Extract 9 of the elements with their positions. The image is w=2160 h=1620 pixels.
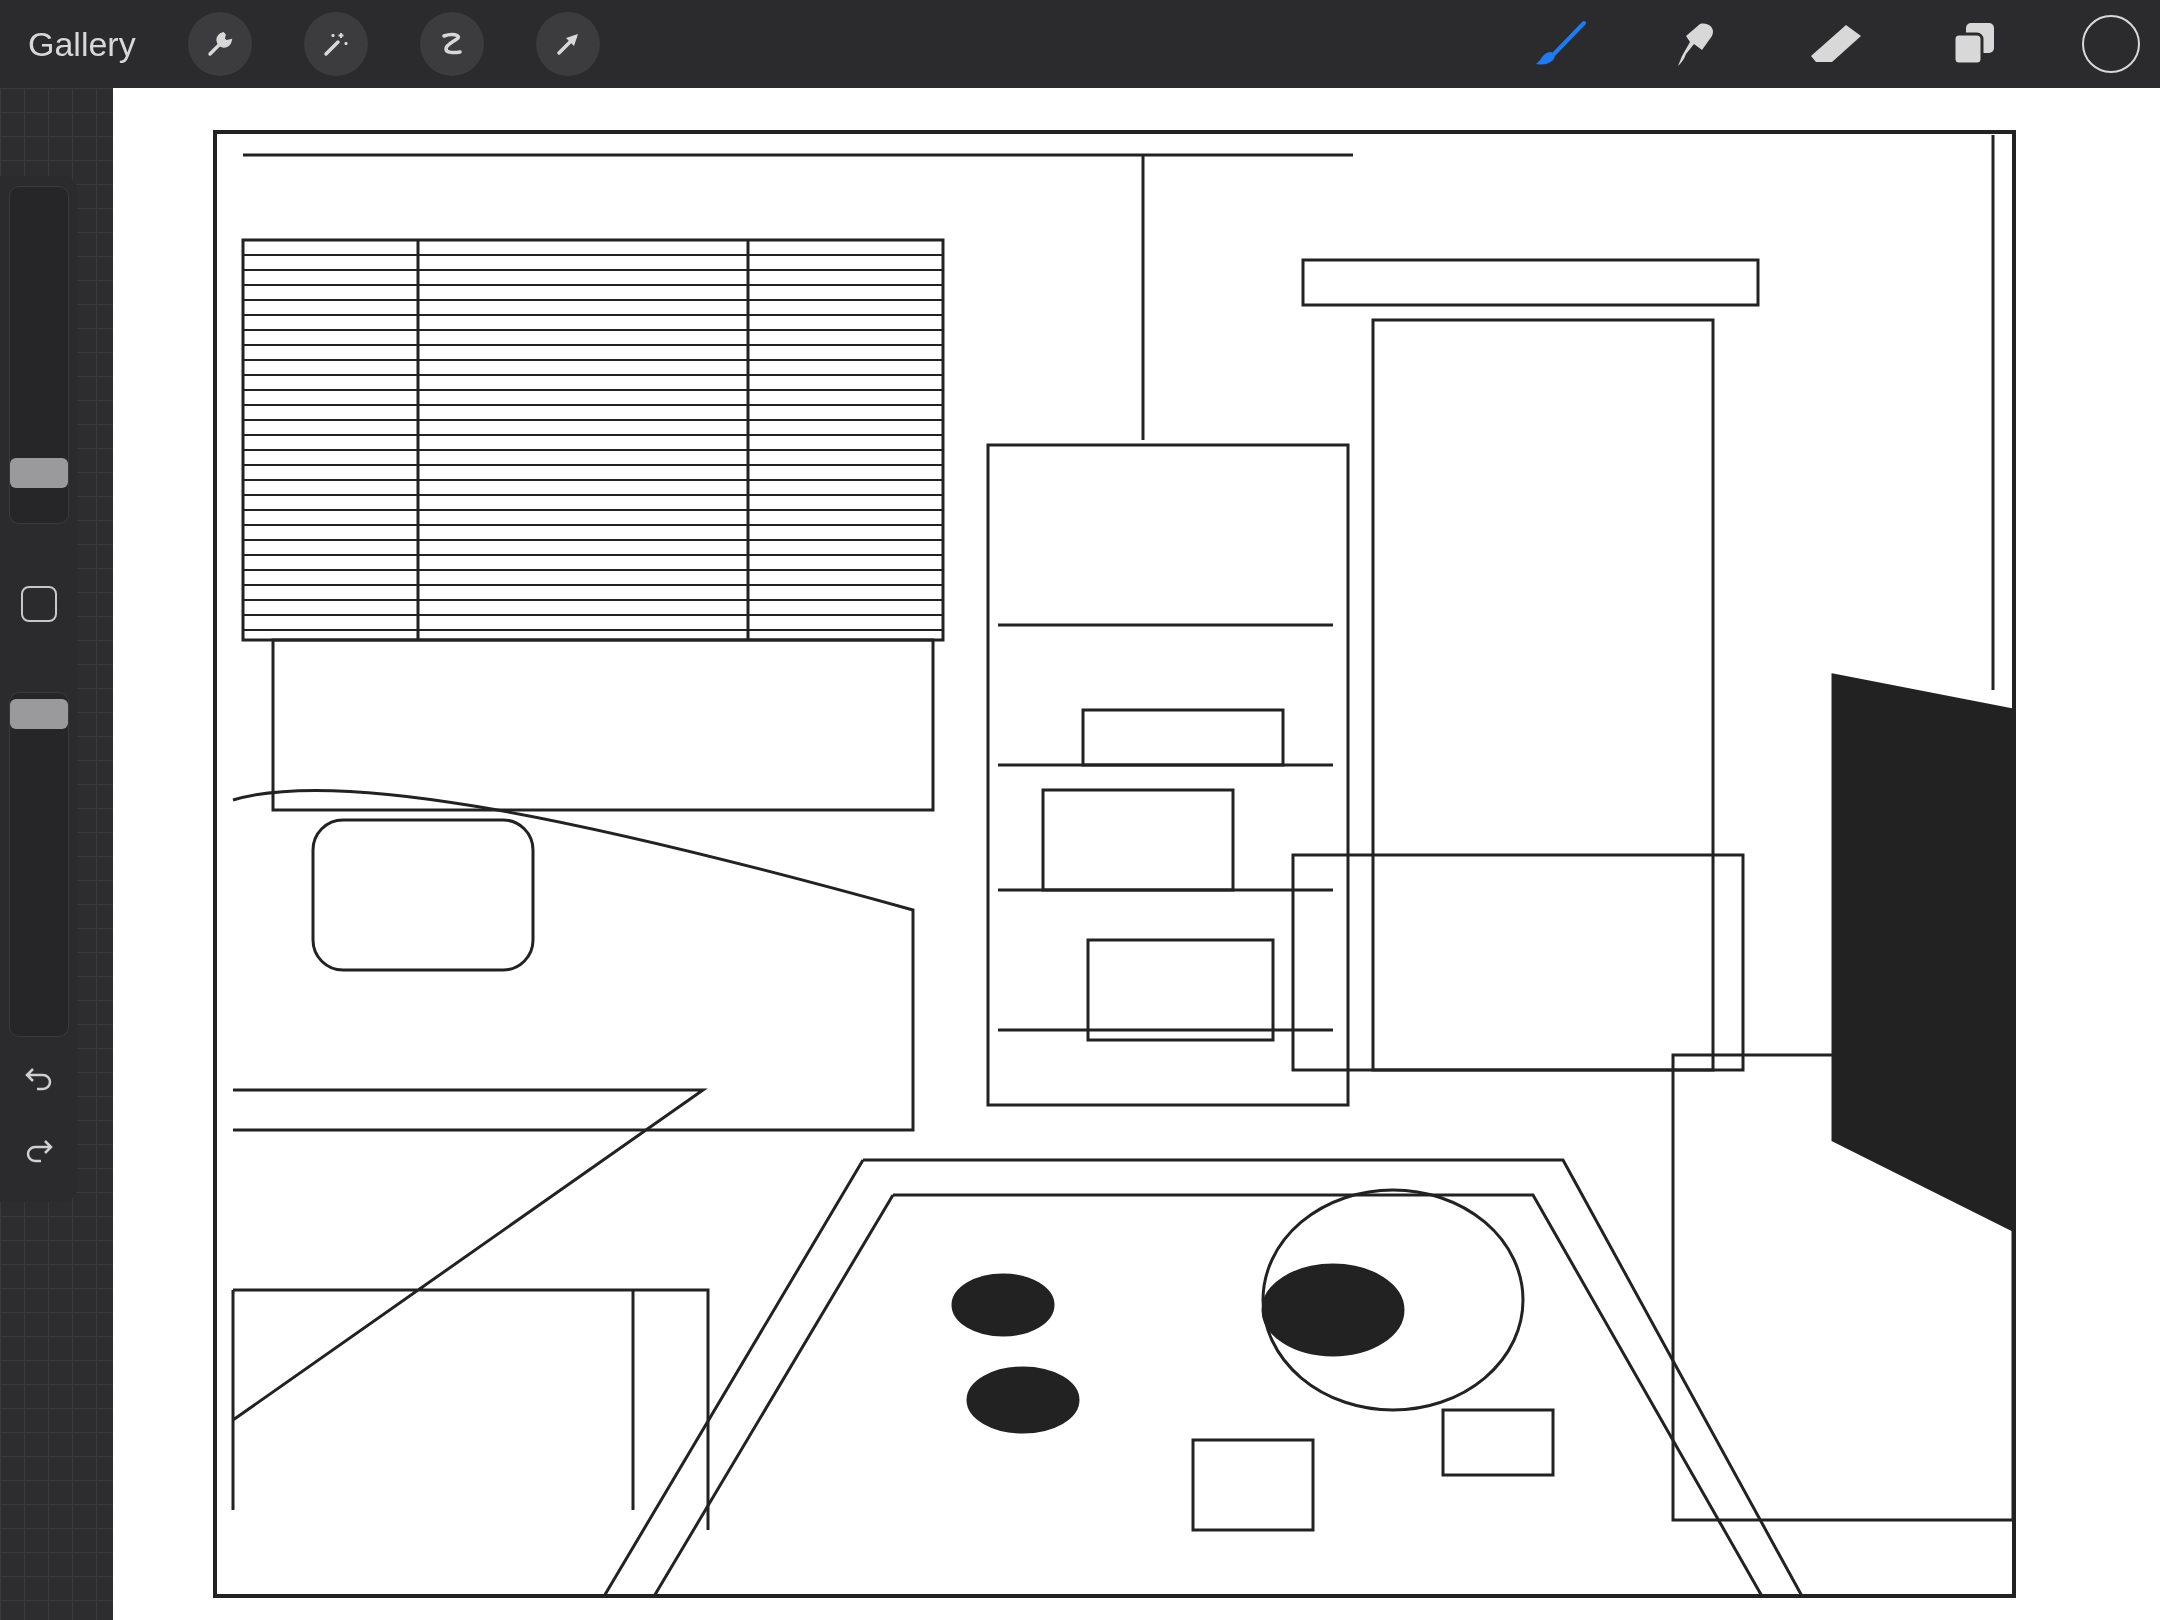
slider-thumb[interactable]: [9, 698, 68, 729]
wrench-icon: [205, 30, 234, 58]
brush-size-slider[interactable]: [8, 186, 69, 524]
color-swatch[interactable]: [2082, 15, 2140, 73]
modify-button[interactable]: [20, 586, 57, 622]
gallery-button[interactable]: Gallery: [28, 24, 136, 64]
opacity-slider[interactable]: [8, 692, 69, 1037]
slider-thumb[interactable]: [9, 457, 68, 488]
magic-wand-icon: [321, 30, 350, 58]
